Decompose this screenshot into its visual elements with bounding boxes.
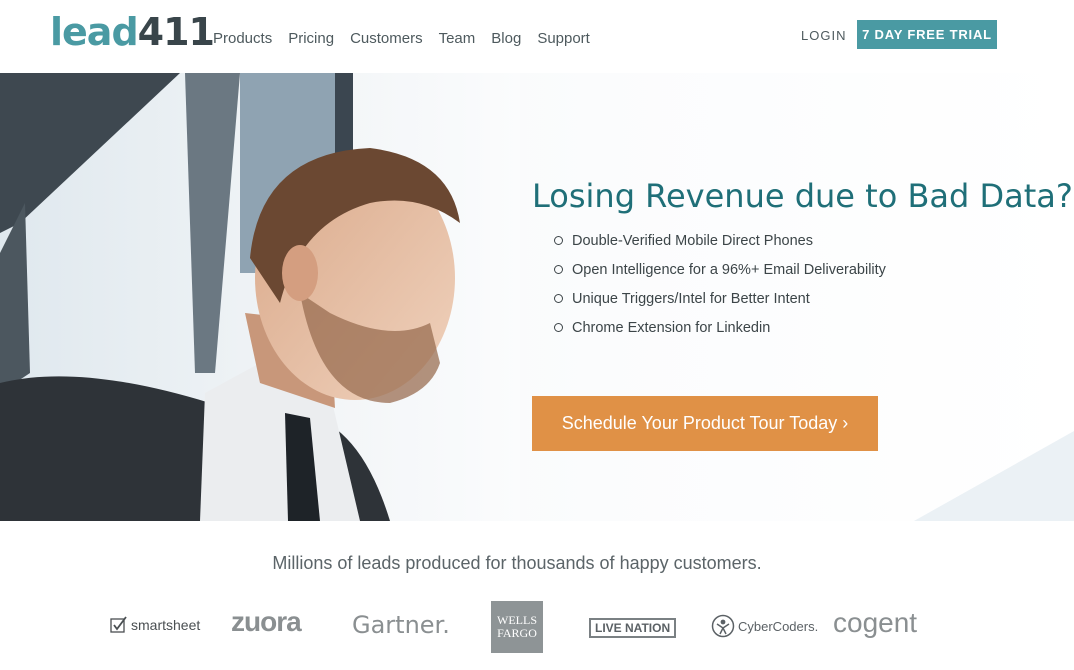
nav-pricing[interactable]: Pricing — [288, 30, 334, 47]
bullet-circle-icon — [554, 265, 563, 274]
cybercoders-text: CyberCoders. — [738, 618, 819, 634]
feature-item: Open Intelligence for a 96%+ Email Deliv… — [554, 260, 886, 289]
login-link[interactable]: LOGIN — [801, 28, 846, 43]
feature-list: Double-Verified Mobile Direct Phones Ope… — [554, 231, 886, 347]
wells-fargo-logo: WELLS FARGO — [491, 601, 543, 653]
live-nation-logo: LIVE NATION — [589, 618, 677, 638]
main-nav: Products Pricing Customers Team Blog Sup… — [213, 30, 606, 47]
smartsheet-logo: smartsheet — [110, 616, 200, 634]
bullet-circle-icon — [554, 236, 563, 245]
nav-products[interactable]: Products — [213, 30, 272, 47]
cogent-logo: cogent — [833, 607, 918, 638]
hero-title: Losing Revenue due to Bad Data? — [532, 177, 1073, 215]
feature-item: Unique Triggers/Intel for Better Intent — [554, 289, 886, 318]
schedule-tour-button[interactable]: Schedule Your Product Tour Today › — [532, 396, 878, 451]
wells-fargo-line2: FARGO — [497, 626, 537, 640]
logo-text: lead — [50, 10, 139, 54]
gartner-logo: Gartner. — [352, 611, 450, 639]
cybercoders-logo: CyberCoders. — [711, 614, 818, 638]
free-trial-button[interactable]: 7 DAY FREE TRIAL — [857, 20, 997, 49]
hero-section: Losing Revenue due to Bad Data? Double-V… — [0, 73, 1074, 521]
nav-team[interactable]: Team — [439, 30, 476, 47]
smartsheet-text: smartsheet — [131, 617, 201, 633]
feature-item: Double-Verified Mobile Direct Phones — [554, 231, 886, 260]
nav-blog[interactable]: Blog — [491, 30, 521, 47]
hero-photo — [0, 73, 520, 521]
feature-text: Chrome Extension for Linkedin — [572, 320, 771, 336]
logo-number: 411 — [137, 10, 215, 54]
customers-tagline: Millions of leads produced for thousands… — [272, 553, 762, 573]
bullet-circle-icon — [554, 323, 563, 332]
feature-text: Open Intelligence for a 96%+ Email Deliv… — [572, 262, 886, 278]
cybercoders-person-icon — [711, 614, 735, 638]
hero-decoration — [914, 431, 1074, 521]
customer-logos: smartsheet zuora Gartner. WELLS FARGO LI… — [0, 600, 1074, 660]
nav-customers[interactable]: Customers — [350, 30, 423, 47]
site-header: lead411 Products Pricing Customers Team … — [0, 0, 1074, 73]
feature-item: Chrome Extension for Linkedin — [554, 318, 886, 347]
bullet-circle-icon — [554, 294, 563, 303]
nav-support[interactable]: Support — [537, 30, 590, 47]
feature-text: Unique Triggers/Intel for Better Intent — [572, 291, 810, 307]
feature-text: Double-Verified Mobile Direct Phones — [572, 233, 813, 249]
zuora-logo: zuora — [231, 606, 302, 637]
lead411-logo[interactable]: lead411 — [50, 10, 215, 54]
checkbox-icon — [110, 616, 127, 633]
